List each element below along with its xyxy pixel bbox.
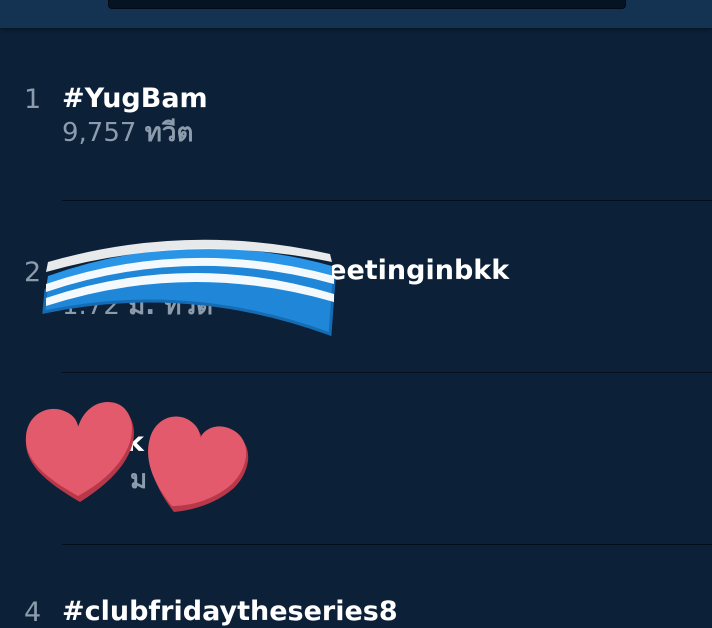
- trend-tweet-count: 9,757 ทวีต: [62, 118, 194, 148]
- trend-rank: 4: [24, 597, 42, 628]
- trend-rank: 1: [24, 84, 42, 115]
- trend-hashtag[interactable]: #YugBam: [62, 85, 208, 112]
- trend-item-1[interactable]: 1 #YugBam 9,757 ทวีต: [0, 0, 712, 200]
- heart-sticker: [148, 416, 249, 512]
- striped-headband-sticker: [42, 239, 336, 337]
- trend-item-4[interactable]: 4 #clubfridaytheseries8: [0, 545, 712, 626]
- trend-hashtag[interactable]: #clubfridaytheseries8: [62, 598, 398, 625]
- heart-sticker: [25, 402, 134, 502]
